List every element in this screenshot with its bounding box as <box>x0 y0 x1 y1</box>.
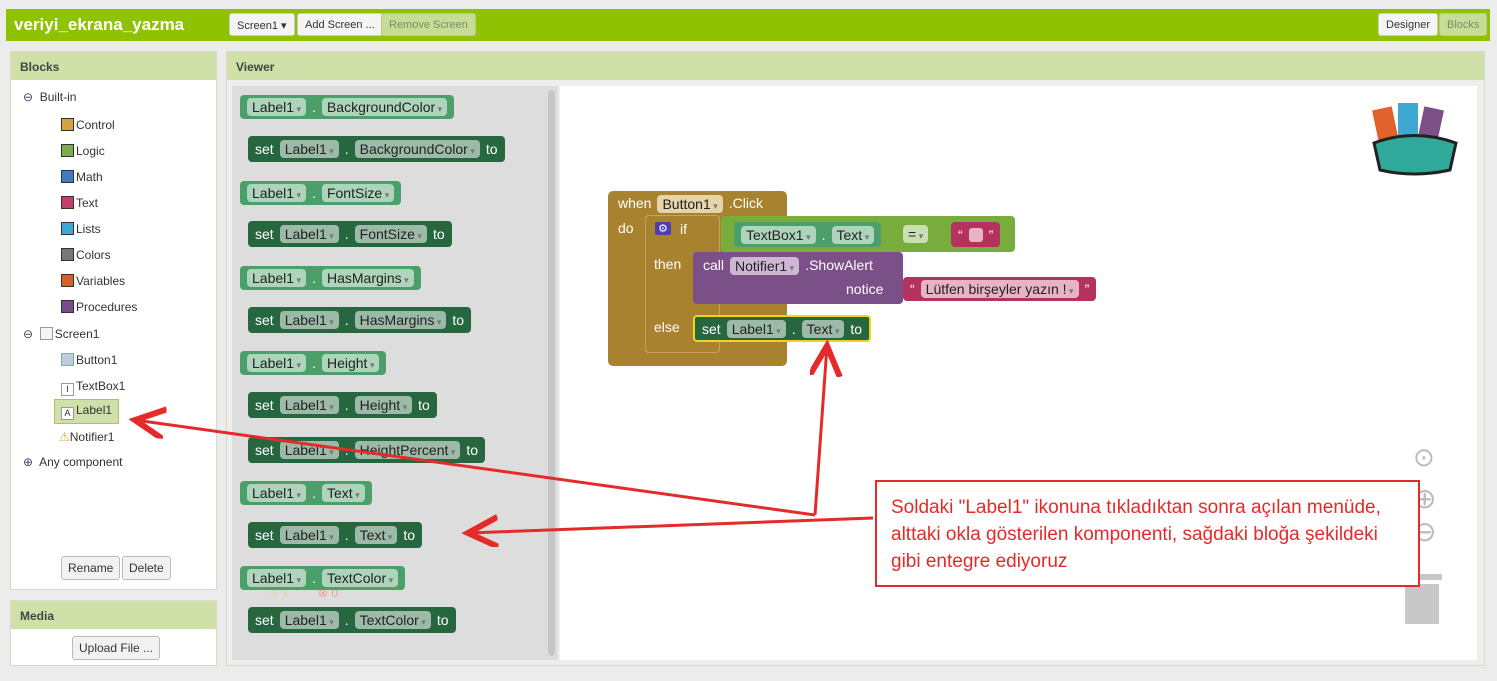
annotation-arrows <box>0 0 874 681</box>
arrow-to-label1 <box>135 420 816 517</box>
arrow-to-set-text-drawer <box>468 518 874 533</box>
arrow-to-set-text-workspace <box>815 346 827 516</box>
